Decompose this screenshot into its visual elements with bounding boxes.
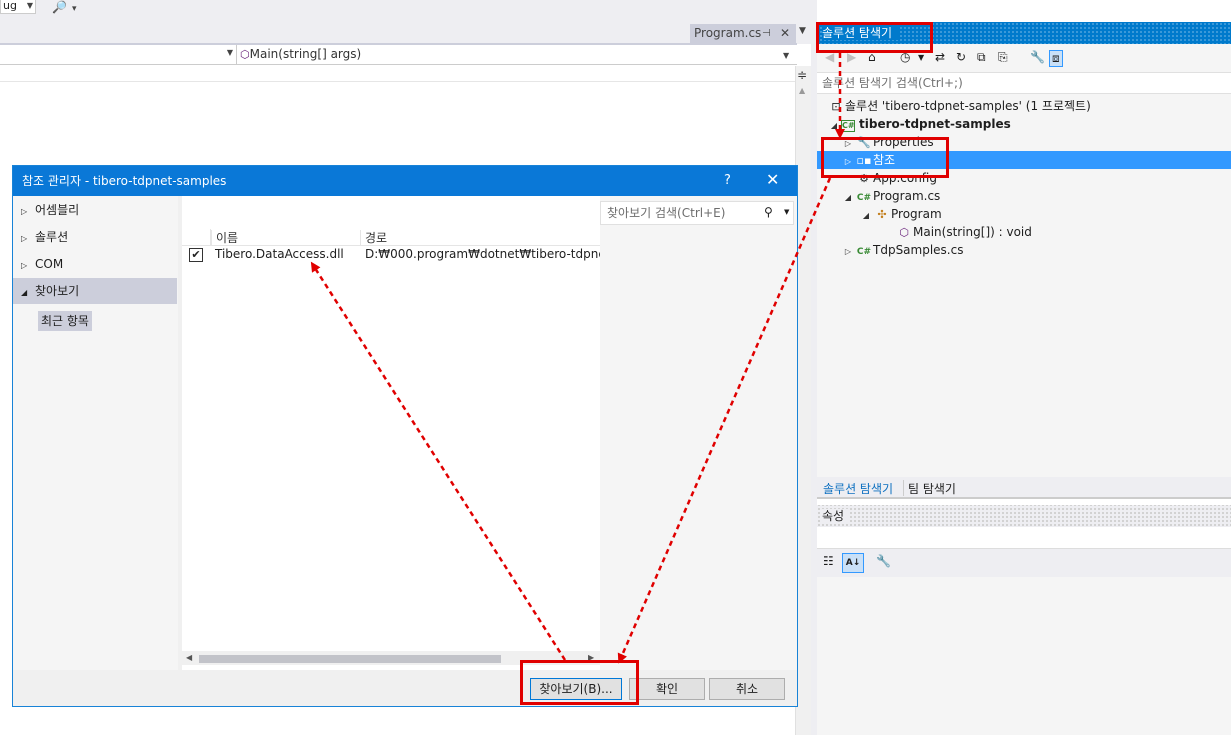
tab-list-dropdown-icon[interactable]: ▼ [799, 26, 806, 36]
property-pages-icon[interactable]: 🔧 [876, 554, 891, 568]
tab-team-explorer[interactable]: 팀 탐색기 [908, 480, 956, 497]
tree-main-method[interactable]: ⬡ Main(string[]) : void [895, 223, 1032, 241]
properties-object-combo[interactable] [817, 527, 1231, 549]
expanded-triangle-icon: ◢ [21, 288, 28, 297]
member-dropdown[interactable]: ⬡Main(string[] args) [240, 47, 361, 61]
scroll-up-icon[interactable]: ▲ [799, 86, 805, 95]
tab-solution-explorer[interactable]: 솔루션 탐색기 [823, 480, 893, 497]
chevron-down-icon[interactable]: ▼ [784, 208, 789, 216]
member-label: Main(string[] args) [249, 47, 362, 61]
solution-search-input[interactable]: 솔루션 탐색기 검색(Ctrl+;) [817, 72, 1231, 94]
tree-label: Main(string[]) : void [913, 225, 1032, 239]
wrench-icon[interactable]: 🔧 [1030, 50, 1045, 64]
tree-label: tibero-tdpnet-samples [859, 117, 1011, 131]
collapsed-triangle-icon: ▷ [21, 207, 28, 216]
tree-label: 솔루션 'tibero-tdpnet-samples' (1 프로젝트) [845, 99, 1091, 113]
close-icon[interactable]: ✕ [780, 24, 790, 43]
config-value: ug [3, 0, 17, 12]
tab-underline [817, 497, 1231, 499]
csharp-file-icon: C# [856, 247, 872, 257]
properties-title-text: 속성 [822, 509, 851, 523]
nav-recent[interactable]: 최근 항목 [38, 311, 92, 331]
collapsed-triangle-icon: ▷ [21, 234, 28, 243]
tab-program-cs[interactable]: Program.cs ⊣ ✕ [690, 24, 796, 44]
tree-label: TdpSamples.cs [873, 243, 964, 257]
nav-label: 찾아보기 [35, 284, 80, 298]
properties-title: 속성 [817, 505, 1231, 527]
tree-program-cs[interactable]: ◢ C# Program.cs [841, 187, 940, 205]
dialog-title: 참조 관리자 - tibero-tdpnet-samples [13, 166, 797, 196]
type-dropdown[interactable]: ▼ [0, 45, 237, 64]
pin-icon[interactable]: ⊣ [762, 24, 771, 43]
dialog-details-pane [600, 196, 797, 670]
scrollbar-thumb[interactable] [199, 655, 501, 663]
column-header-name[interactable]: 이름 [211, 230, 360, 246]
collapsed-triangle-icon[interactable]: ▷ [841, 243, 855, 261]
reference-list [182, 196, 600, 670]
tree-label: Program [891, 207, 942, 221]
preview-icon[interactable]: ⧈ [1049, 50, 1063, 67]
expanded-triangle-icon[interactable]: ◢ [841, 189, 855, 207]
solution-icon: ⊡ [831, 100, 841, 113]
tab-label: Program.cs [694, 26, 762, 40]
tree-label: Program.cs [873, 189, 941, 203]
expanded-triangle-icon[interactable]: ◢ [827, 117, 841, 135]
highlight-browse-button [520, 660, 639, 705]
nav-label: 솔루션 [35, 230, 69, 244]
show-all-files-icon[interactable]: ⎘ [998, 50, 1008, 65]
nav-assemblies[interactable]: ▷ 어셈블리 [13, 197, 177, 223]
reference-path: D:₩000.program₩dotnet₩tibero-tdpnet-samp… [365, 247, 600, 261]
method-icon: ⬡ [899, 226, 909, 239]
expanded-triangle-icon[interactable]: ◢ [859, 207, 873, 225]
class-icon: ✣ [877, 208, 887, 221]
collapse-all-icon[interactable]: ⧉ [977, 50, 986, 65]
nav-label: 어셈블리 [35, 203, 80, 217]
editor-divider [0, 81, 795, 82]
tree-tdp-samples[interactable]: ▷ C# TdpSamples.cs [841, 241, 964, 261]
main-toolbar [0, 0, 815, 22]
find-in-files-icon[interactable]: 🔎 [52, 0, 67, 14]
reference-name: Tibero.DataAccess.dll [215, 247, 344, 261]
refresh-icon[interactable]: ↻ [956, 50, 966, 64]
reference-checkbox[interactable]: ✔ [189, 248, 203, 262]
chevron-down-icon: ▼ [26, 1, 33, 10]
chevron-down-icon: ▼ [226, 48, 233, 57]
highlight-solution-explorer [816, 22, 933, 53]
scroll-left-icon[interactable]: ◀ [186, 653, 192, 662]
chevron-down-icon[interactable]: ▼ [918, 53, 924, 62]
search-icon[interactable]: ⚲ [764, 205, 773, 219]
highlight-references-node [821, 137, 949, 178]
sync-icon[interactable]: ⇄ [935, 50, 945, 64]
tree-solution[interactable]: ⊡ 솔루션 'tibero-tdpnet-samples' (1 프로젝트) [827, 97, 1091, 115]
collapsed-triangle-icon: ▷ [21, 261, 28, 270]
csharp-project-icon: C# [841, 120, 855, 132]
tree-program-class[interactable]: ◢ ✣ Program [859, 205, 942, 223]
nav-com[interactable]: ▷ COM [13, 251, 177, 277]
column-header-path[interactable]: 경로 [360, 230, 600, 246]
header-check-column [182, 229, 211, 246]
ok-button[interactable]: 확인 [629, 678, 705, 700]
categorized-icon[interactable]: ☷ [823, 554, 834, 568]
cancel-button[interactable]: 취소 [709, 678, 785, 700]
tree-project[interactable]: ◢ C# tibero-tdpnet-samples [827, 115, 1011, 133]
config-combo[interactable]: ug ▼ [0, 0, 36, 14]
close-icon[interactable]: ✕ [766, 170, 779, 189]
help-icon[interactable]: ? [724, 173, 731, 188]
alphabetical-icon[interactable]: A↓ [842, 553, 864, 573]
nav-browse[interactable]: ◢ 찾아보기 [13, 278, 177, 304]
nav-label: COM [35, 257, 64, 271]
tab-separator [903, 480, 904, 496]
method-icon: ⬡ [240, 48, 250, 61]
nav-solution[interactable]: ▷ 솔루션 [13, 224, 177, 250]
toolbar-overflow-icon[interactable]: ▾ [72, 4, 77, 14]
chevron-down-icon[interactable]: ▼ [783, 51, 789, 60]
split-window-icon[interactable]: ≑ [797, 68, 807, 82]
properties-grid [817, 577, 1231, 735]
